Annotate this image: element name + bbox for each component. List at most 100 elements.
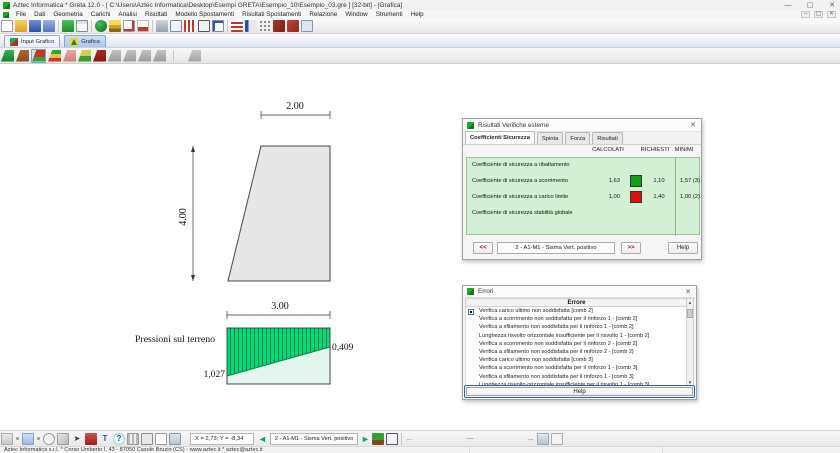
columns-icon[interactable] — [184, 20, 196, 32]
table-icon[interactable] — [76, 20, 88, 32]
window-layout-icon[interactable] — [386, 433, 398, 445]
flag-icon[interactable] — [245, 20, 257, 32]
errors-dialog-titlebar[interactable]: Errori — [463, 286, 696, 298]
zoom-in-icon[interactable] — [22, 433, 34, 445]
zoom-extents-icon[interactable] — [43, 433, 55, 445]
wall-gray-2-icon[interactable] — [123, 50, 136, 62]
graphics-canvas[interactable]: 2.00 4.00 3.00 1,027 0,409 Pressioni sul… — [0, 64, 840, 430]
tab-spinta[interactable]: Spinta — [537, 132, 563, 144]
error-list-item[interactable]: Verifica a scorrimento non soddisfatta p… — [466, 340, 687, 348]
tab-coefficienti-sicurezza[interactable]: Coefficienti Sicurezza — [465, 131, 535, 144]
page-icon[interactable] — [155, 433, 167, 445]
scrollbar-thumb[interactable] — [687, 309, 693, 318]
tab-forza[interactable]: Forza — [565, 132, 590, 144]
menu-help[interactable]: Help — [407, 11, 428, 18]
grid-window-icon[interactable] — [141, 433, 153, 445]
menu-window[interactable]: Window — [341, 11, 371, 18]
page-prev-icon[interactable]: ← — [404, 434, 415, 443]
units-icon[interactable] — [62, 20, 74, 32]
maximize-button[interactable]: ▢ — [804, 1, 816, 9]
menu-geometria[interactable]: Geometria — [49, 11, 86, 18]
next-combination-button[interactable]: >> — [621, 242, 641, 254]
wall-darkred-icon[interactable] — [93, 50, 106, 62]
menu-carichi[interactable]: Carichi — [87, 11, 115, 18]
pointer-icon[interactable]: ➤ — [71, 433, 83, 445]
wall-gray-1-icon[interactable] — [108, 50, 121, 62]
menu-relazione[interactable]: Relazione — [305, 11, 341, 18]
form-icon[interactable] — [170, 20, 182, 32]
errors-scrollbar[interactable]: ▲ ▼ — [686, 298, 694, 387]
tab-risultati[interactable]: Risultati — [592, 132, 623, 144]
tab-input-grafico[interactable]: Input Grafico — [4, 35, 60, 47]
errors-column-header[interactable]: Errore — [465, 298, 688, 307]
save-icon[interactable] — [29, 20, 41, 32]
polygon-icon[interactable] — [198, 20, 210, 32]
menu-strumenti[interactable]: Strumenti — [372, 11, 407, 18]
errors-help-button[interactable]: Help — [466, 387, 693, 396]
results-help-button[interactable]: Help — [668, 242, 698, 254]
layers-icon[interactable] — [109, 20, 121, 32]
sphere-icon[interactable] — [95, 20, 107, 32]
printer-icon[interactable] — [169, 433, 181, 445]
mdi-restore-button[interactable]: ▢ — [814, 11, 823, 18]
error-list-item[interactable]: Verifica carico ultimo non soddisfatta [… — [466, 307, 687, 315]
menu-risultati[interactable]: Risultati — [141, 11, 171, 18]
error-list-item[interactable]: Verifica a scorrimento non soddisfatta p… — [466, 364, 687, 372]
prev-combination-button[interactable]: << — [473, 242, 493, 254]
measure-icon[interactable] — [85, 433, 97, 445]
prev-combination-icon[interactable]: ◄ — [257, 434, 268, 444]
close-button[interactable]: ✕ — [826, 1, 838, 9]
grid-dots-icon[interactable] — [259, 20, 271, 32]
wall-gray-3-icon[interactable] — [138, 50, 151, 62]
grid-red-icon[interactable] — [231, 20, 243, 32]
ruler-icon[interactable] — [127, 433, 139, 445]
mdi-minimize-button[interactable]: – — [801, 11, 810, 18]
error-list-item[interactable]: Verifica a sfilamento non soddisfatta pe… — [466, 373, 687, 381]
wall-gray-5-icon[interactable] — [188, 50, 201, 62]
error-list-item[interactable]: Verifica carico ultimo non soddisfatta [… — [466, 356, 687, 364]
error-list-item[interactable]: Verifica a scorrimento non soddisfatta p… — [466, 315, 687, 323]
wall-yellowgreen-icon[interactable] — [78, 50, 91, 62]
wall-red-a-icon[interactable] — [273, 20, 285, 32]
errors-close-icon[interactable]: ✕ — [683, 288, 693, 296]
open-file-icon[interactable] — [15, 20, 27, 32]
menu-modello-spostamenti[interactable]: Modello Spostamenti — [171, 11, 238, 18]
percent-icon[interactable] — [212, 20, 224, 32]
zoom-window-icon[interactable] — [1, 433, 13, 445]
page-next-icon[interactable]: → — [525, 434, 536, 443]
wall-green-icon[interactable] — [1, 50, 14, 62]
pan-icon[interactable] — [57, 433, 69, 445]
wall-red-selected-icon[interactable] — [31, 49, 46, 63]
combination-selector[interactable]: 2 - A1-M1 - Sisma Vert. positivo — [497, 242, 615, 254]
wall-gray-4-icon[interactable] — [153, 50, 166, 62]
tree-view-icon[interactable] — [372, 433, 384, 445]
next-combination-icon[interactable]: ► — [360, 434, 371, 444]
wall-brown-icon[interactable] — [16, 50, 29, 62]
wall-red-b-icon[interactable] — [287, 20, 299, 32]
error-list-item[interactable]: Lunghezza risvolto orizzontale insuffici… — [466, 332, 687, 340]
mdi-close-button[interactable]: ✕ — [827, 11, 836, 18]
menu-risultati-spostamenti[interactable]: Risultati Spostamenti — [238, 11, 305, 18]
wall-multicolor-icon[interactable] — [48, 50, 61, 62]
text-tool-icon[interactable]: T — [99, 433, 111, 445]
help-tool-icon[interactable]: ? — [113, 433, 125, 445]
scroll-up-icon[interactable]: ▲ — [687, 299, 693, 306]
menu-analisi[interactable]: Analisi — [114, 11, 141, 18]
export-icon[interactable] — [551, 433, 563, 445]
tab-grafica[interactable]: Grafica — [64, 35, 106, 47]
window-small-icon[interactable] — [301, 20, 313, 32]
results-close-icon[interactable]: ✕ — [688, 121, 698, 129]
combination-combo[interactable]: 2 - A1-M1 - Sisma Vert. positivo — [270, 433, 358, 445]
curve-icon[interactable] — [123, 20, 135, 32]
error-list-item[interactable]: Verifica a sfilamento non soddisfatta pe… — [466, 348, 687, 356]
error-list-item[interactable]: Verifica a sfilamento non soddisfatta pe… — [466, 323, 687, 331]
menu-dati[interactable]: Dati — [30, 11, 49, 18]
menu-file[interactable]: File — [12, 11, 30, 18]
terrain-icon[interactable] — [156, 20, 168, 32]
new-file-icon[interactable] — [1, 20, 13, 32]
arrow-right-icon[interactable] — [137, 20, 149, 32]
wall-pink-icon[interactable] — [63, 50, 76, 62]
minimize-button[interactable]: — — [782, 2, 794, 9]
save-all-icon[interactable] — [43, 20, 55, 32]
print-preview-icon[interactable] — [537, 433, 549, 445]
